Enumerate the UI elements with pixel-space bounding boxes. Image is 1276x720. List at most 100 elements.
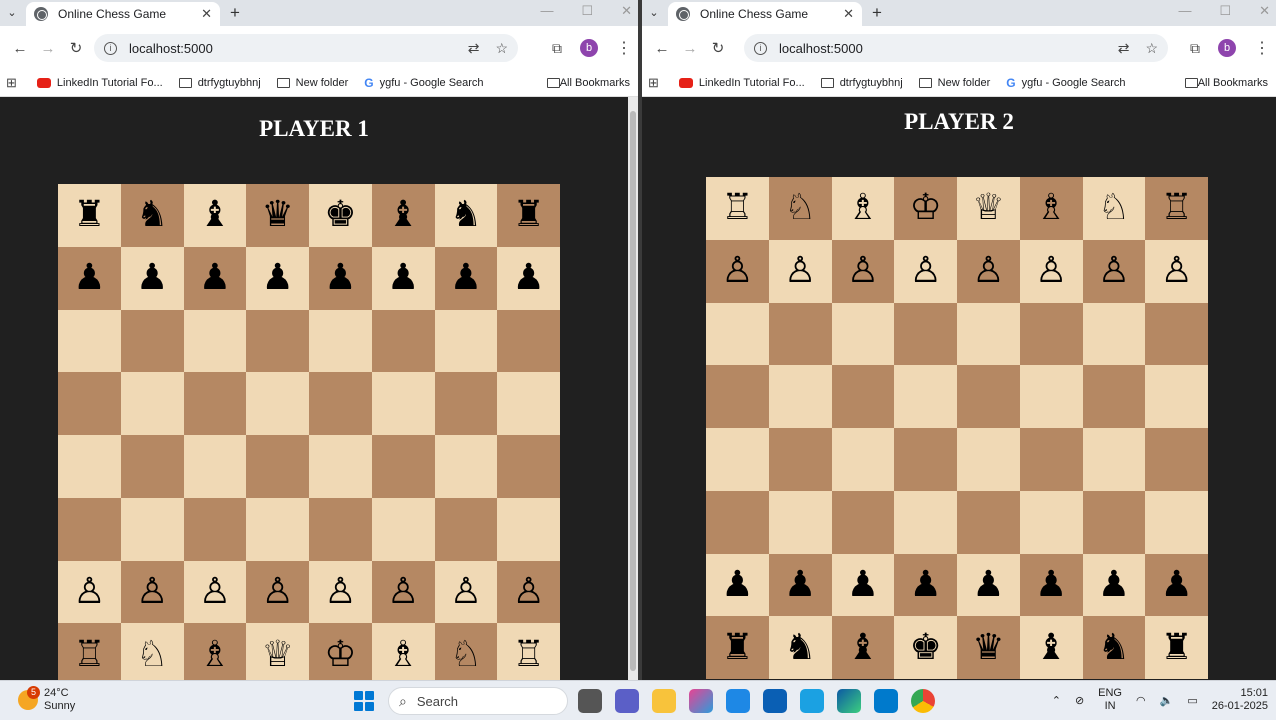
board-square[interactable]: ♜	[706, 616, 769, 679]
board-square[interactable]	[706, 365, 769, 428]
board-square[interactable]	[58, 309, 121, 373]
translate-icon[interactable]: ⇄	[468, 40, 480, 57]
board-square[interactable]: ♞	[120, 184, 184, 247]
board-square[interactable]: ♜	[497, 184, 560, 247]
store-icon[interactable]	[763, 689, 787, 713]
clock[interactable]: 15:01 26-01-2025	[1212, 687, 1268, 713]
apps-grid-icon[interactable]: ⊞	[6, 75, 17, 91]
scrollbar-thumb[interactable]	[630, 111, 636, 671]
board-square[interactable]: ♙	[894, 239, 957, 303]
bookmark-new-folder[interactable]: New folder	[276, 77, 348, 89]
board-square[interactable]	[1145, 365, 1208, 428]
board-square[interactable]	[183, 435, 247, 498]
board-square[interactable]	[706, 490, 769, 554]
board-square[interactable]: ♙	[120, 560, 184, 624]
bookmark-star-icon[interactable]: ☆	[1145, 40, 1158, 57]
board-square[interactable]	[957, 365, 1020, 428]
close-tab-icon[interactable]: ✕	[201, 6, 212, 22]
copilot-icon[interactable]	[689, 689, 713, 713]
board-square[interactable]	[434, 497, 498, 561]
board-square[interactable]	[371, 435, 435, 498]
board-square[interactable]: ♝	[371, 184, 435, 247]
taskbar-search[interactable]: ⌕ Search	[388, 687, 568, 715]
url-text[interactable]: localhost:5000	[129, 41, 452, 56]
board-square[interactable]: ♙	[768, 239, 832, 303]
file-explorer-icon[interactable]	[652, 689, 676, 713]
board-square[interactable]: ♟	[957, 553, 1020, 617]
board-square[interactable]	[309, 372, 372, 435]
board-square[interactable]: ♔	[309, 623, 372, 680]
board-square[interactable]: ♟	[831, 553, 895, 617]
chrome-icon[interactable]	[911, 689, 935, 713]
close-window-icon[interactable]: ✕	[1259, 3, 1270, 19]
board-square[interactable]	[120, 497, 184, 561]
board-square[interactable]	[1145, 428, 1208, 491]
board-square[interactable]: ♟	[434, 246, 498, 310]
task-view-icon[interactable]	[578, 689, 602, 713]
bookmark-star-icon[interactable]: ☆	[495, 40, 508, 57]
board-square[interactable]: ♗	[183, 623, 247, 680]
board-square[interactable]: ♝	[831, 616, 895, 679]
board-square[interactable]: ♝	[1019, 616, 1083, 679]
board-square[interactable]	[246, 497, 309, 561]
board-square[interactable]: ♟	[1019, 553, 1083, 617]
profile-avatar[interactable]: b	[580, 39, 598, 57]
board-square[interactable]: ♖	[58, 623, 121, 680]
battery-icon[interactable]: ▭	[1187, 694, 1197, 707]
board-square[interactable]	[309, 309, 372, 373]
bookmark-ygfu-google-search[interactable]: Gygfu - Google Search	[1006, 76, 1125, 90]
extensions-icon[interactable]: ⧉	[1190, 40, 1200, 57]
board-square[interactable]: ♙	[246, 560, 309, 624]
board-square[interactable]	[497, 372, 560, 435]
address-bar[interactable]: i localhost:5000 ⇄ ☆	[94, 34, 518, 62]
board-square[interactable]	[120, 309, 184, 373]
speaker-icon[interactable]: 🔈	[1160, 694, 1174, 707]
board-square[interactable]: ♛	[246, 184, 309, 247]
close-tab-icon[interactable]: ✕	[843, 6, 854, 22]
board-square[interactable]	[831, 302, 895, 366]
board-square[interactable]: ♖	[497, 623, 560, 680]
minimize-icon[interactable]: —	[1178, 3, 1191, 19]
url-text[interactable]: localhost:5000	[779, 41, 1102, 56]
site-info-icon[interactable]: i	[104, 41, 117, 55]
board-square[interactable]	[183, 372, 247, 435]
address-bar[interactable]: i localhost:5000 ⇄ ☆	[744, 34, 1168, 62]
board-square[interactable]: ♚	[309, 184, 372, 247]
mysql-icon[interactable]	[726, 689, 750, 713]
board-square[interactable]: ♞	[768, 616, 832, 679]
board-square[interactable]	[894, 428, 957, 491]
wifi-icon[interactable]: ◠	[1136, 694, 1146, 707]
board-square[interactable]: ♞	[1082, 616, 1146, 679]
board-square[interactable]: ♜	[58, 184, 121, 247]
board-square[interactable]	[831, 365, 895, 428]
board-square[interactable]: ♟	[894, 553, 957, 617]
app-icon[interactable]	[800, 689, 824, 713]
new-tab-icon[interactable]: +	[230, 3, 240, 23]
board-square[interactable]: ♙	[58, 560, 121, 624]
board-square[interactable]: ♚	[894, 616, 957, 679]
board-square[interactable]	[371, 372, 435, 435]
profile-avatar[interactable]: b	[1218, 39, 1236, 57]
board-square[interactable]: ♙	[1019, 239, 1083, 303]
tab-online-chess-game[interactable]: Online Chess Game ✕	[26, 2, 220, 26]
bookmark-linkedin-tutorial[interactable]: LinkedIn Tutorial Fo...	[36, 77, 163, 89]
board-square[interactable]: ♖	[1145, 177, 1208, 240]
board-square[interactable]	[1019, 302, 1083, 366]
board-square[interactable]: ♟	[497, 246, 560, 310]
vscode-icon[interactable]	[874, 689, 898, 713]
board-square[interactable]: ♙	[371, 560, 435, 624]
bookmark-new-folder[interactable]: New folder	[918, 77, 990, 89]
close-window-icon[interactable]: ✕	[621, 3, 632, 19]
board-square[interactable]: ♘	[1082, 177, 1146, 240]
board-square[interactable]: ♟	[120, 246, 184, 310]
board-square[interactable]	[706, 428, 769, 491]
language-indicator[interactable]: ENG IN	[1098, 687, 1122, 713]
board-square[interactable]	[894, 490, 957, 554]
edge-icon[interactable]	[837, 689, 861, 713]
board-square[interactable]: ♟	[371, 246, 435, 310]
minimize-icon[interactable]: —	[540, 3, 553, 19]
tab-online-chess-game[interactable]: Online Chess Game ✕	[668, 2, 862, 26]
board-square[interactable]	[120, 435, 184, 498]
board-square[interactable]: ♙	[1082, 239, 1146, 303]
board-square[interactable]: ♘	[120, 623, 184, 680]
